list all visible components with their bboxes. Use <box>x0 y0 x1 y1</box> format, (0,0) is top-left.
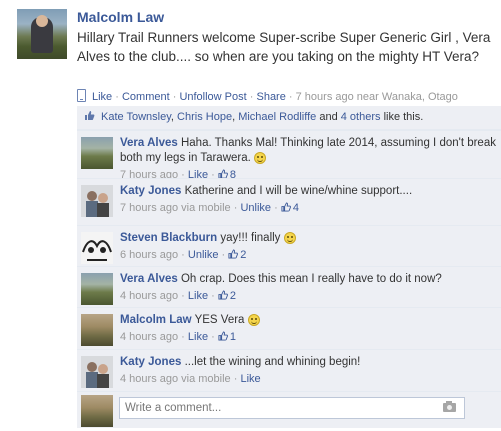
post-actions: Like · Comment · Unfollow Post · Share ·… <box>77 89 458 103</box>
comment-time[interactable]: 4 hours ago <box>120 331 178 343</box>
separator: · <box>112 91 122 103</box>
comment-input-placeholder: Write a comment... <box>125 402 222 414</box>
commenter-name[interactable]: Katy Jones <box>120 185 181 197</box>
comment-time[interactable]: 6 hours ago <box>120 249 178 261</box>
thumbs-up-icon <box>218 290 228 300</box>
separator: · <box>285 91 296 103</box>
comment-like-count[interactable]: 2 <box>228 249 246 261</box>
smile-emoticon-icon <box>254 152 267 164</box>
author-name[interactable]: Malcolm Law <box>77 9 164 25</box>
smile-emoticon-icon <box>247 314 260 326</box>
like-link[interactable]: Like <box>92 91 112 103</box>
share-link[interactable]: Share <box>256 91 285 103</box>
commenter-name[interactable]: Vera Alves <box>120 137 178 149</box>
write-comment-row: Write a comment... <box>77 391 501 428</box>
commenter-avatar[interactable] <box>81 185 113 217</box>
likes-summary: Kate Townsley, Chris Hope, Michael Rodli… <box>77 106 501 130</box>
commenter-name[interactable]: Steven Blackburn <box>120 232 217 244</box>
comment: Steven Blackburn yay!!! finally 6 hours … <box>77 225 501 266</box>
commenter-avatar[interactable] <box>81 137 113 169</box>
liker-name[interactable]: Michael Rodliffe <box>238 111 316 123</box>
commenter-name[interactable]: Malcolm Law <box>120 314 192 326</box>
comment-unlike-link[interactable]: Unlike <box>188 249 219 261</box>
comment-time[interactable]: 4 hours ago via mobile <box>120 373 231 385</box>
unfollow-post-link[interactable]: Unfollow Post <box>179 91 246 103</box>
comment: Malcolm Law YES Vera 4 hours ago · Like … <box>77 307 501 349</box>
commenter-avatar[interactable] <box>81 273 113 305</box>
comment: Vera Alves Oh crap. Does this mean I rea… <box>77 266 501 307</box>
camera-icon[interactable] <box>443 401 456 412</box>
mobile-icon <box>77 89 86 102</box>
comment-link[interactable]: Comment <box>122 91 170 103</box>
comment-like-count[interactable]: 1 <box>218 331 236 343</box>
commenter-name[interactable]: Katy Jones <box>120 356 181 368</box>
likes-suffix: like this. <box>383 111 424 123</box>
comment-like-link[interactable]: Like <box>188 331 208 343</box>
liker-name[interactable]: Chris Hope <box>177 111 232 123</box>
comment: Katy Jones Katherine and I will be wine/… <box>77 178 501 225</box>
comment-text: YES Vera <box>194 314 245 326</box>
thumbs-up-icon <box>281 202 291 212</box>
commenter-name[interactable]: Vera Alves <box>120 273 178 285</box>
comment-like-link[interactable]: Like <box>240 373 260 385</box>
comment-time[interactable]: 7 hours ago via mobile <box>120 202 231 214</box>
liker-name[interactable]: Kate Townsley <box>101 111 171 123</box>
commenter-avatar[interactable] <box>81 356 113 388</box>
post-text: Hillary Trail Runners welcome Super-scri… <box>77 30 491 64</box>
thumbs-up-icon <box>85 111 95 120</box>
author-avatar[interactable] <box>17 9 67 59</box>
smile-emoticon-icon <box>283 232 296 244</box>
commenter-avatar[interactable] <box>81 232 113 264</box>
likes-others-link[interactable]: 4 others <box>341 111 381 123</box>
comment-text: ...let the wining and whining begin! <box>184 356 361 368</box>
near-label: near <box>356 91 379 103</box>
comment: Katy Jones ...let the wining and whining… <box>77 349 501 391</box>
separator: · <box>169 91 180 103</box>
comment-like-count[interactable]: 4 <box>281 202 299 214</box>
comment-like-count[interactable]: 2 <box>218 290 236 302</box>
thumbs-up-icon <box>218 331 228 341</box>
comment-text: yay!!! finally <box>220 232 281 244</box>
post-timestamp[interactable]: 7 hours ago <box>296 91 354 103</box>
comment-text: Katherine and I will be wine/whine suppo… <box>184 185 413 197</box>
comment-like-link[interactable]: Like <box>188 290 208 302</box>
comment-input[interactable]: Write a comment... <box>119 397 465 419</box>
post-location[interactable]: Wanaka, Otago <box>382 91 458 103</box>
comment: Vera Alves Haha. Thanks Mal! Thinking la… <box>77 130 501 181</box>
current-user-avatar <box>81 395 113 427</box>
comment-unlike-link[interactable]: Unlike <box>240 202 271 214</box>
likes-and: and <box>319 111 338 123</box>
comment-time[interactable]: 4 hours ago <box>120 290 178 302</box>
commenter-avatar[interactable] <box>81 314 113 346</box>
comment-text: Oh crap. Does this mean I really have to… <box>180 273 442 285</box>
thumbs-up-icon <box>228 249 239 259</box>
